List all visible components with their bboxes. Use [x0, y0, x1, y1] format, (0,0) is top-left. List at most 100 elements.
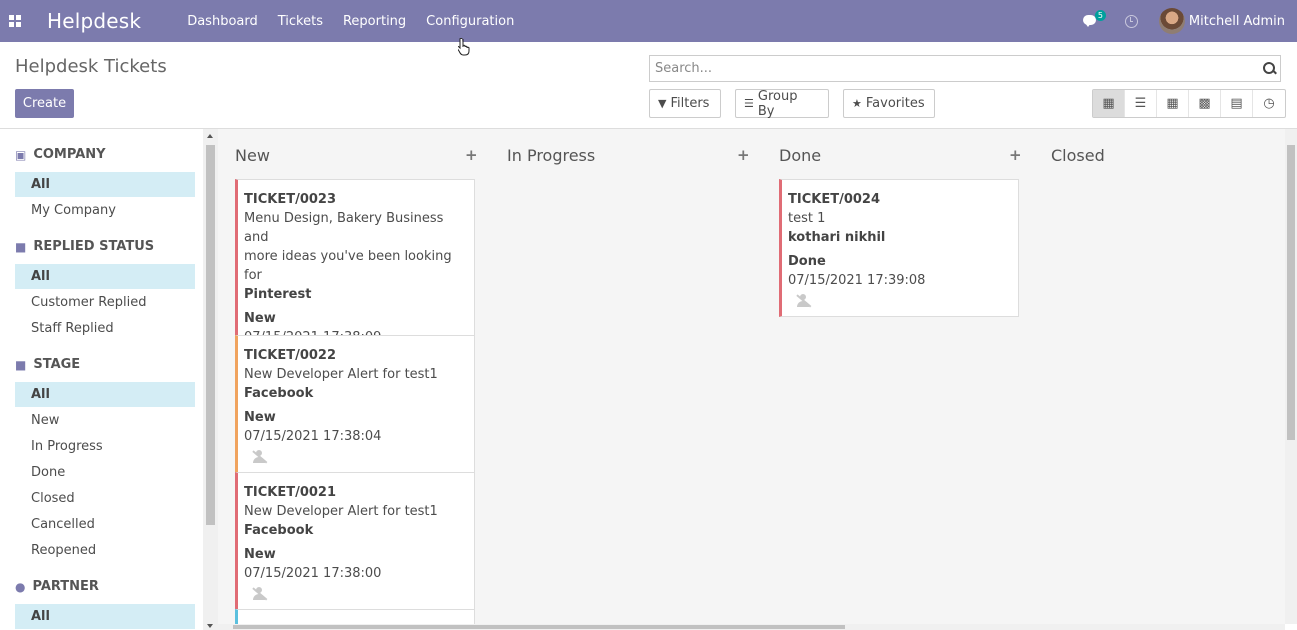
- building-icon: ▣: [15, 147, 27, 162]
- ticket-subject: more ideas you've been looking for: [244, 249, 452, 283]
- star-icon: ★: [852, 97, 862, 110]
- kanban-board: New + In Progress + Done + Closed TICKET…: [218, 129, 1285, 624]
- section-stage: ■ STAGE: [15, 357, 80, 372]
- ticket-subject: New Developer Alert for test1: [244, 367, 438, 382]
- company-all[interactable]: All: [15, 172, 195, 197]
- ticket-subject: test 1: [788, 211, 826, 226]
- page-title: Helpdesk Tickets: [15, 56, 167, 77]
- section-company-label: COMPANY: [33, 147, 106, 162]
- filters-button[interactable]: ▼ Filters: [649, 89, 721, 118]
- replied-all[interactable]: All: [15, 264, 195, 289]
- folder-icon: ■: [15, 357, 27, 372]
- menu-tickets[interactable]: Tickets: [278, 14, 323, 29]
- user-name[interactable]: Mitchell Admin: [1189, 14, 1285, 29]
- column-title-done[interactable]: Done: [779, 146, 821, 165]
- ticket-stage: Done: [788, 254, 826, 269]
- hand-cursor-icon: [458, 38, 470, 56]
- kanban-horizontal-scroll-thumb[interactable]: [233, 625, 845, 629]
- create-button[interactable]: Create: [15, 89, 74, 118]
- ticket-ref: TICKET/0022: [244, 348, 336, 363]
- unassigned-user-icon[interactable]: [252, 450, 268, 464]
- kanban-view-icon[interactable]: ▦: [1093, 90, 1125, 117]
- search-panel-scrollbar[interactable]: [203, 129, 218, 630]
- stage-cancelled[interactable]: Cancelled: [15, 512, 195, 537]
- unassigned-user-icon[interactable]: [252, 587, 268, 601]
- main-menu: Dashboard Tickets Reporting Configuratio…: [187, 14, 534, 29]
- folder-icon: ■: [15, 239, 27, 254]
- menu-reporting[interactable]: Reporting: [343, 14, 406, 29]
- company-my-company[interactable]: My Company: [15, 198, 195, 223]
- section-stage-label: STAGE: [33, 357, 81, 372]
- pivot-view-icon[interactable]: ▦: [1157, 90, 1189, 117]
- list-view-icon[interactable]: ☰: [1125, 90, 1157, 117]
- stage-done[interactable]: Done: [15, 460, 195, 485]
- ticket-subject: New Developer Alert for test1: [244, 504, 438, 519]
- section-partner-label: PARTNER: [32, 579, 99, 594]
- search-bar: [649, 55, 1281, 82]
- partner-all[interactable]: All: [15, 604, 195, 629]
- users-icon: ●: [15, 579, 26, 594]
- kanban-vertical-scroll-thumb[interactable]: [1287, 145, 1295, 440]
- ticket-stage: New: [244, 311, 276, 326]
- ticket-ref: TICKET/0024: [788, 192, 880, 207]
- apps-menu-icon[interactable]: [9, 15, 21, 27]
- scroll-up-arrow-icon[interactable]: [207, 134, 213, 138]
- stage-closed[interactable]: Closed: [15, 486, 195, 511]
- scroll-down-arrow-icon[interactable]: [207, 624, 213, 628]
- ticket-card[interactable]: TICKET/0023 Menu Design, Bakery Business…: [235, 179, 475, 365]
- ticket-card[interactable]: TICKET/0024 test 1 kothari nikhil Done 0…: [779, 179, 1019, 317]
- chat-icon[interactable]: 5: [1082, 10, 1106, 28]
- column-title-closed[interactable]: Closed: [1051, 146, 1105, 165]
- app-brand[interactable]: Helpdesk: [47, 9, 141, 33]
- bars-icon: ☰: [744, 97, 754, 110]
- ticket-card[interactable]: TICKET/0021 New Developer Alert for test…: [235, 472, 475, 610]
- ticket-partner: kothari nikhil: [788, 230, 886, 245]
- stage-new[interactable]: New: [15, 408, 195, 433]
- quick-create-plus-icon[interactable]: +: [465, 146, 478, 164]
- activity-clock-icon[interactable]: [1124, 14, 1138, 28]
- user-avatar[interactable]: [1158, 8, 1185, 34]
- section-company: ▣ COMPANY: [15, 147, 106, 162]
- ticket-date: 07/15/2021 17:38:00: [244, 566, 382, 581]
- top-navbar: Helpdesk Dashboard Tickets Reporting Con…: [0, 0, 1297, 42]
- search-input[interactable]: [650, 56, 1259, 81]
- quick-create-plus-icon[interactable]: +: [1009, 146, 1022, 164]
- section-replied-status-label: REPLIED STATUS: [33, 239, 155, 254]
- activity-view-icon[interactable]: ◷: [1253, 90, 1285, 117]
- stage-all[interactable]: All: [15, 382, 195, 407]
- filters-label: Filters: [670, 96, 710, 111]
- favorites-button[interactable]: ★ Favorites: [843, 89, 935, 118]
- kanban-vertical-scrollbar[interactable]: [1285, 129, 1297, 624]
- groupby-label: Group By: [757, 88, 798, 119]
- ticket-ref: TICKET/0021: [244, 485, 336, 500]
- chat-badge: 5: [1094, 10, 1106, 21]
- calendar-view-icon[interactable]: ▤: [1221, 90, 1253, 117]
- search-icon[interactable]: [1259, 56, 1280, 81]
- menu-dashboard[interactable]: Dashboard: [187, 14, 258, 29]
- ticket-partner: Facebook: [244, 386, 314, 401]
- column-title-in-progress[interactable]: In Progress: [507, 146, 595, 165]
- section-partner: ● PARTNER: [15, 579, 99, 594]
- ticket-partner: Pinterest: [244, 287, 312, 302]
- unassigned-user-icon[interactable]: [796, 294, 812, 308]
- graph-view-icon[interactable]: ▩: [1189, 90, 1221, 117]
- view-switcher: ▦ ☰ ▦ ▩ ▤ ◷: [1092, 89, 1286, 118]
- column-title-new[interactable]: New: [235, 146, 270, 165]
- ticket-date: 07/15/2021 17:38:04: [244, 429, 382, 444]
- ticket-card[interactable]: TICKET/0022 New Developer Alert for test…: [235, 335, 475, 473]
- ticket-card-partial[interactable]: [235, 609, 475, 624]
- replied-staff[interactable]: Staff Replied: [15, 316, 195, 341]
- search-panel-scroll-thumb[interactable]: [206, 145, 215, 525]
- ticket-date: 07/15/2021 17:39:08: [788, 273, 926, 288]
- menu-configuration[interactable]: Configuration: [426, 14, 514, 29]
- groupby-button[interactable]: ☰ Group By: [735, 88, 829, 119]
- kanban-horizontal-scrollbar[interactable]: [218, 624, 1285, 630]
- replied-customer[interactable]: Customer Replied: [15, 290, 195, 315]
- quick-create-plus-icon[interactable]: +: [737, 146, 750, 164]
- ticket-stage: New: [244, 410, 276, 425]
- stage-reopened[interactable]: Reopened: [15, 538, 195, 563]
- ticket-stage: New: [244, 547, 276, 562]
- stage-in-progress[interactable]: In Progress: [15, 434, 195, 459]
- search-panel: ▣ COMPANY All My Company ■ REPLIED STATU…: [0, 129, 203, 630]
- favorites-label: Favorites: [865, 96, 925, 111]
